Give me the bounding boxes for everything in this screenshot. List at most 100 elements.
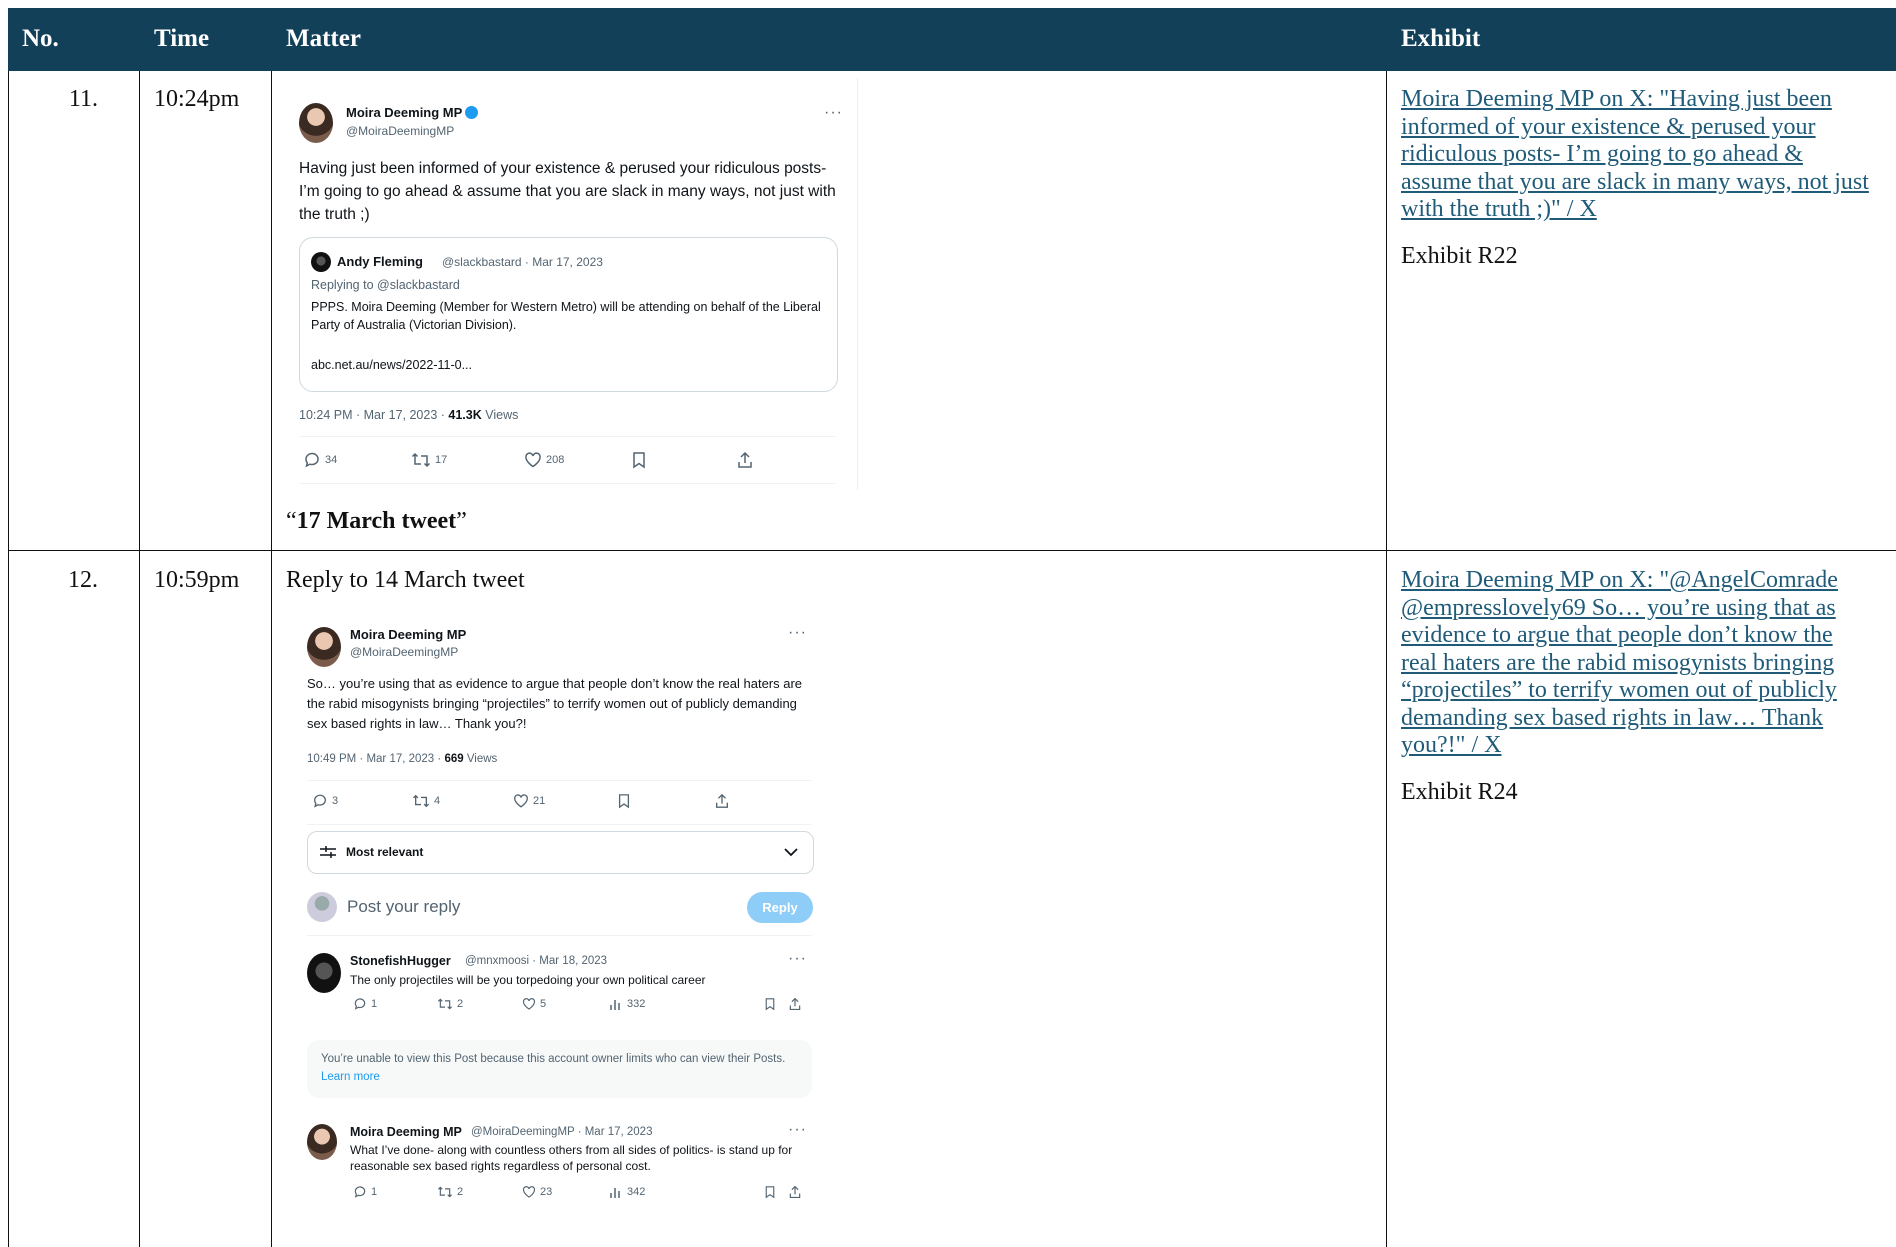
share-action[interactable] <box>736 451 754 469</box>
tweet-thread-screenshot: Moira Deeming MP @MoiraDeemingMP ··· So…… <box>279 610 821 1237</box>
author-name: Moira Deeming MP <box>346 105 479 120</box>
sort-label: Most relevant <box>346 845 424 859</box>
row-time: 10:24pm <box>154 86 240 112</box>
column-divider <box>1386 71 1387 1247</box>
restricted-text: You’re unable to view this Post because … <box>321 1053 786 1083</box>
tweet-meta: 10:24 PM · Mar 17, 2023 · 41.3K Views <box>299 408 519 422</box>
share-action[interactable] <box>788 997 802 1011</box>
tweet-meta: 10:49 PM · Mar 17, 2023 · 669 Views <box>307 753 498 765</box>
reply-icon <box>314 794 326 808</box>
reply-input[interactable]: Post your reply <box>347 897 460 917</box>
tweet-text: So… you’re using that as evidence to arg… <box>307 676 803 731</box>
reply-text: What I’ve done- along with countless oth… <box>350 1143 793 1173</box>
tweet-screenshot: Moira Deeming MP @MoiraDeemingMP ··· Hav… <box>279 78 858 490</box>
bookmark-icon <box>618 794 630 809</box>
views-count: 332 <box>609 997 645 1011</box>
share-action[interactable] <box>788 1185 802 1199</box>
reply-action[interactable]: 1 <box>353 997 377 1011</box>
avatar <box>311 252 331 272</box>
author-handle: @MoiraDeemingMP <box>350 645 459 659</box>
bookmark-action[interactable] <box>617 793 631 809</box>
divider <box>307 935 812 936</box>
tweet-text: Having just been informed of your existe… <box>299 160 836 223</box>
heart-icon <box>525 452 541 468</box>
table-border-left <box>8 71 9 1247</box>
quoted-tweet[interactable]: Andy Fleming @slackbastard · Mar 17, 202… <box>299 237 838 392</box>
more-options-icon[interactable]: ··· <box>824 104 843 122</box>
exhibit-link[interactable]: Moira Deeming MP on X: "@AngelComrade @e… <box>1401 567 1871 760</box>
column-divider <box>271 71 272 1247</box>
quoted-link[interactable]: abc.net.au/news/2022-11-0... <box>311 356 472 374</box>
reply-action[interactable]: 3 <box>312 793 338 809</box>
table-header: No. Time Matter Exhibit <box>8 8 1896 71</box>
like-action[interactable]: 208 <box>524 451 564 469</box>
retweet-action[interactable]: 2 <box>437 1185 463 1199</box>
bar-chart-icon <box>610 1000 620 1010</box>
heart-icon <box>514 794 528 808</box>
caption-bold: 17 March tweet <box>296 508 457 534</box>
divider <box>299 436 836 437</box>
avatar <box>307 627 341 667</box>
restricted-notice: You’re unable to view this Post because … <box>307 1040 812 1098</box>
more-options-icon[interactable]: ··· <box>788 624 807 642</box>
row-number: 12. <box>68 567 98 593</box>
sort-replies-dropdown[interactable]: Most relevant <box>307 831 814 874</box>
row-time: 10:59pm <box>154 567 240 593</box>
more-options-icon[interactable]: ··· <box>788 950 807 968</box>
row-divider <box>8 550 1896 551</box>
header-matter: Matter <box>286 25 361 52</box>
reply-handle-date: @MoiraDeemingMP · Mar 17, 2023 <box>471 1126 653 1138</box>
header-exhibit: Exhibit <box>1401 25 1481 52</box>
heart-icon <box>522 998 536 1010</box>
reply-icon <box>305 452 319 468</box>
exhibit-link[interactable]: Moira Deeming MP on X: "Having just been… <box>1401 86 1871 224</box>
retweet-icon <box>411 452 431 468</box>
header-no: No. <box>22 25 59 52</box>
bookmark-icon <box>765 1186 775 1199</box>
divider <box>307 824 812 825</box>
learn-more-link[interactable]: Learn more <box>321 1071 380 1083</box>
divider <box>307 780 812 781</box>
sort-icon <box>320 846 336 858</box>
bookmark-action[interactable] <box>631 451 647 469</box>
more-options-icon[interactable]: ··· <box>788 1121 807 1139</box>
reply-action[interactable]: 34 <box>303 451 337 469</box>
share-icon <box>738 451 752 468</box>
reply-author: Moira Deeming MP <box>350 1125 462 1139</box>
reply-text: The only projectiles will be you torpedo… <box>350 973 706 987</box>
share-icon <box>789 1185 801 1199</box>
like-action[interactable]: 5 <box>522 997 546 1011</box>
like-action[interactable]: 21 <box>513 793 545 809</box>
share-icon <box>789 997 801 1011</box>
heart-icon <box>522 1186 536 1198</box>
reply-button[interactable]: Reply <box>747 892 813 923</box>
author-handle: @MoiraDeemingMP <box>346 124 455 138</box>
retweet-action[interactable]: 4 <box>412 793 440 809</box>
like-action[interactable]: 23 <box>522 1185 552 1199</box>
divider <box>299 483 836 484</box>
reply-action[interactable]: 1 <box>353 1185 377 1199</box>
quoted-handle-date: @slackbastard · Mar 17, 2023 <box>442 255 603 269</box>
row-number: 11. <box>68 86 98 112</box>
share-action[interactable] <box>714 793 730 809</box>
bookmark-icon <box>633 452 645 469</box>
quoted-author-name: Andy Fleming <box>337 254 423 269</box>
column-divider <box>139 71 140 1247</box>
reply-author: StonefishHugger <box>350 954 451 968</box>
exhibit-label: Exhibit R24 <box>1401 779 1518 805</box>
retweet-icon <box>437 998 453 1010</box>
retweet-icon <box>437 1186 453 1198</box>
bookmark-action[interactable] <box>764 1185 776 1199</box>
retweet-action[interactable]: 17 <box>411 451 447 469</box>
reply-icon <box>354 1186 366 1198</box>
share-icon <box>716 793 728 808</box>
avatar <box>307 1124 337 1160</box>
author-name: Moira Deeming MP <box>350 627 467 642</box>
bar-chart-icon <box>610 1188 620 1198</box>
avatar <box>299 103 333 143</box>
avatar <box>307 892 337 922</box>
retweet-action[interactable]: 2 <box>437 997 463 1011</box>
verified-badge-icon <box>465 106 479 119</box>
avatar <box>307 953 341 993</box>
bookmark-action[interactable] <box>764 997 776 1011</box>
